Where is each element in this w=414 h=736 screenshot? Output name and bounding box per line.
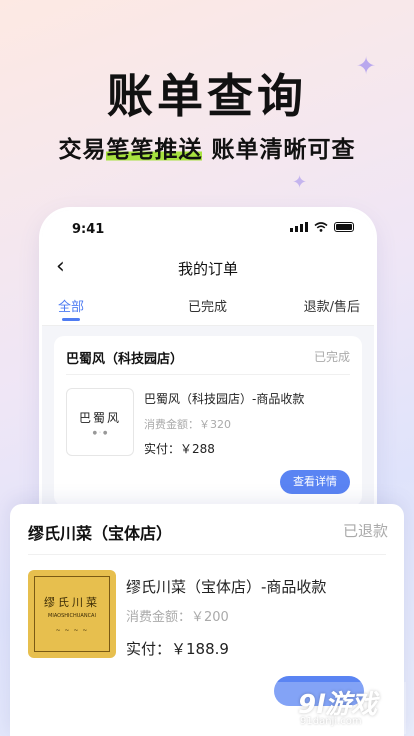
store-logo: 巴蜀风 ● ◦ ● (66, 388, 134, 456)
tab-refund[interactable]: 退款/售后 (304, 296, 360, 315)
status-icons (290, 222, 354, 232)
wifi-icon (314, 222, 328, 232)
status-time: 9:41 (72, 222, 105, 237)
page-title: 我的订单 (177, 260, 238, 278)
order-consume-amount: 消费金额：￥320 (144, 418, 231, 431)
order-status: 已完成 (313, 350, 350, 364)
watermark: 9l游戏 91danji.com (210, 680, 406, 734)
promo-sub-suffix: 账单清晰可查 (202, 137, 356, 163)
watermark-url: 91danji.com (300, 716, 362, 727)
battery-icon (334, 222, 354, 232)
tab-all[interactable]: 全部 (58, 296, 84, 315)
order-tabs: 全部 已完成 退款/售后 (42, 286, 374, 326)
promo-sub-highlight: 笔笔推送 (106, 137, 203, 163)
promo-headline: 账单查询 (107, 69, 307, 123)
order-consume-amount: 消费金额：￥200 (126, 610, 229, 625)
promo-subline: 交易笔笔推送 账单清晰可查 (0, 130, 414, 164)
store-logo-text: 巴蜀风 (78, 410, 121, 425)
tab-completed[interactable]: 已完成 (188, 296, 227, 315)
store-logo-ornament: ● ◦ ● (92, 429, 108, 436)
order-title: 缪氏川菜（宝体店）-商品收款 (126, 578, 327, 596)
order-card[interactable]: 巴蜀风（科技园店） 已完成 巴蜀风 ● ◦ ● 巴蜀风（科技园店）-商品收款 消… (54, 336, 362, 506)
store-logo-subtext: MIAOSHICHUANCAI (48, 613, 96, 619)
order-paid-amount: 实付：￥188.9 (126, 640, 229, 658)
sparkle-icon: ✦ (356, 52, 377, 80)
order-title: 巴蜀风（科技园店）-商品收款 (144, 392, 305, 406)
store-name: 巴蜀风（科技园店） (66, 352, 184, 367)
store-logo-ornament: ~ ~ ~ ~ (55, 627, 89, 634)
store-logo-text: 缪氏川菜 (44, 596, 100, 609)
active-tab-indicator (62, 318, 80, 321)
promo-sub-prefix: 交易 (58, 137, 107, 163)
order-paid-amount: 实付：￥288 (144, 442, 215, 456)
watermark-logo-icon (216, 680, 268, 732)
store-name: 缪氏川菜（宝体店） (28, 524, 173, 543)
signal-icon (290, 222, 308, 232)
view-details-button[interactable]: 查看详情 (280, 470, 350, 494)
store-logo: 缪氏川菜 MIAOSHICHUANCAI ~ ~ ~ ~ (28, 570, 116, 658)
nav-bar: ‹ 我的订单 (42, 250, 374, 286)
divider (28, 554, 386, 555)
status-bar: 9:41 (42, 210, 374, 250)
order-status: 已退款 (342, 522, 388, 540)
divider (66, 374, 350, 375)
sparkle-icon: ✦ (292, 172, 308, 193)
